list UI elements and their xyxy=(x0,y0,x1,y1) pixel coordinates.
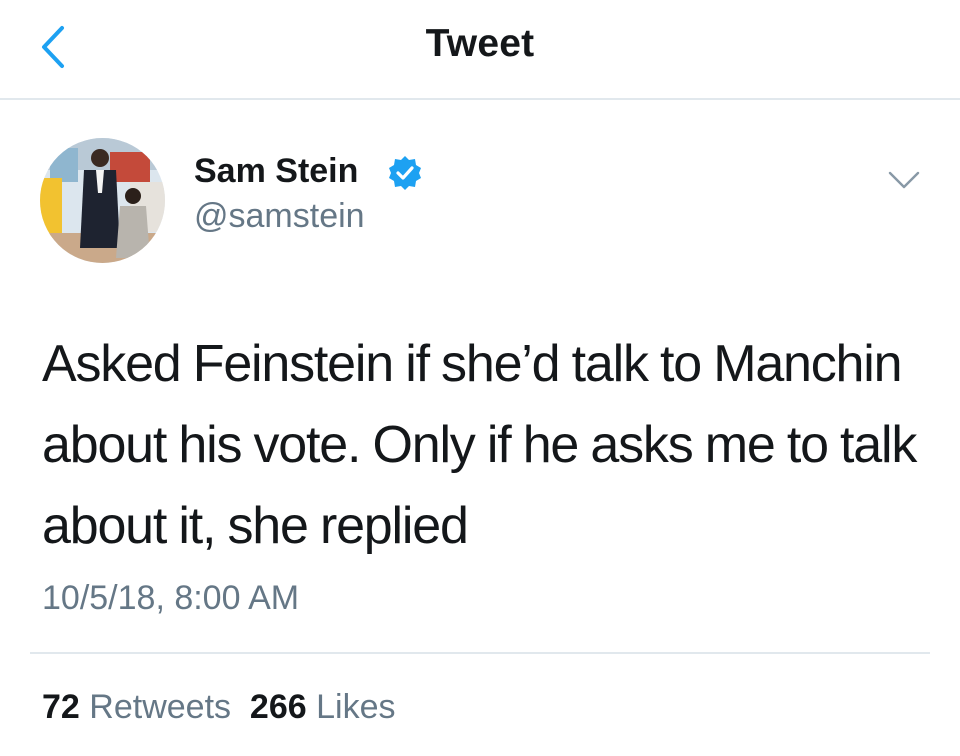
page-title: Tweet xyxy=(425,22,535,65)
likes-stat[interactable]: 266 Likes xyxy=(250,688,396,726)
avatar[interactable] xyxy=(40,138,165,263)
nav-bar: Tweet xyxy=(0,0,960,100)
verified-badge-icon xyxy=(389,156,421,190)
tweet-text: Asked Feinstein if she’d talk to Manchin… xyxy=(42,335,917,555)
author-name[interactable]: Sam Stein xyxy=(194,152,358,191)
divider xyxy=(30,652,930,654)
likes-count: 266 xyxy=(249,688,307,726)
tweet-timestamp: 10/5/18, 8:00 AM xyxy=(42,579,300,617)
author-handle[interactable]: @samstein xyxy=(194,197,365,236)
retweets-label: Retweets xyxy=(89,688,232,726)
retweets-stat[interactable]: 72 Retweets xyxy=(42,688,231,726)
tweet-stats: 72 Retweets 266 Likes xyxy=(42,688,395,727)
retweets-count: 72 xyxy=(42,688,80,726)
chevron-down-icon[interactable] xyxy=(884,165,924,195)
likes-label: Likes xyxy=(316,688,396,726)
